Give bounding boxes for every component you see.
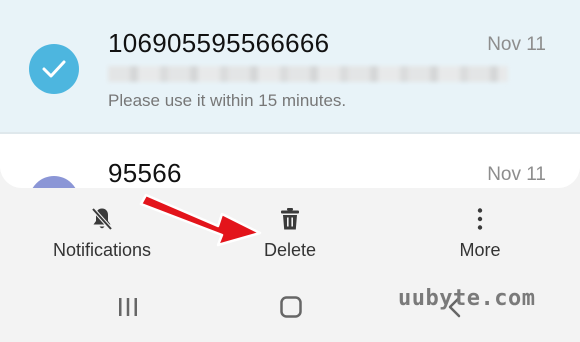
app-frame: 106905595566666 Nov 11 Please use it wit… bbox=[0, 0, 580, 342]
watermark: uubyte.com bbox=[398, 286, 536, 311]
